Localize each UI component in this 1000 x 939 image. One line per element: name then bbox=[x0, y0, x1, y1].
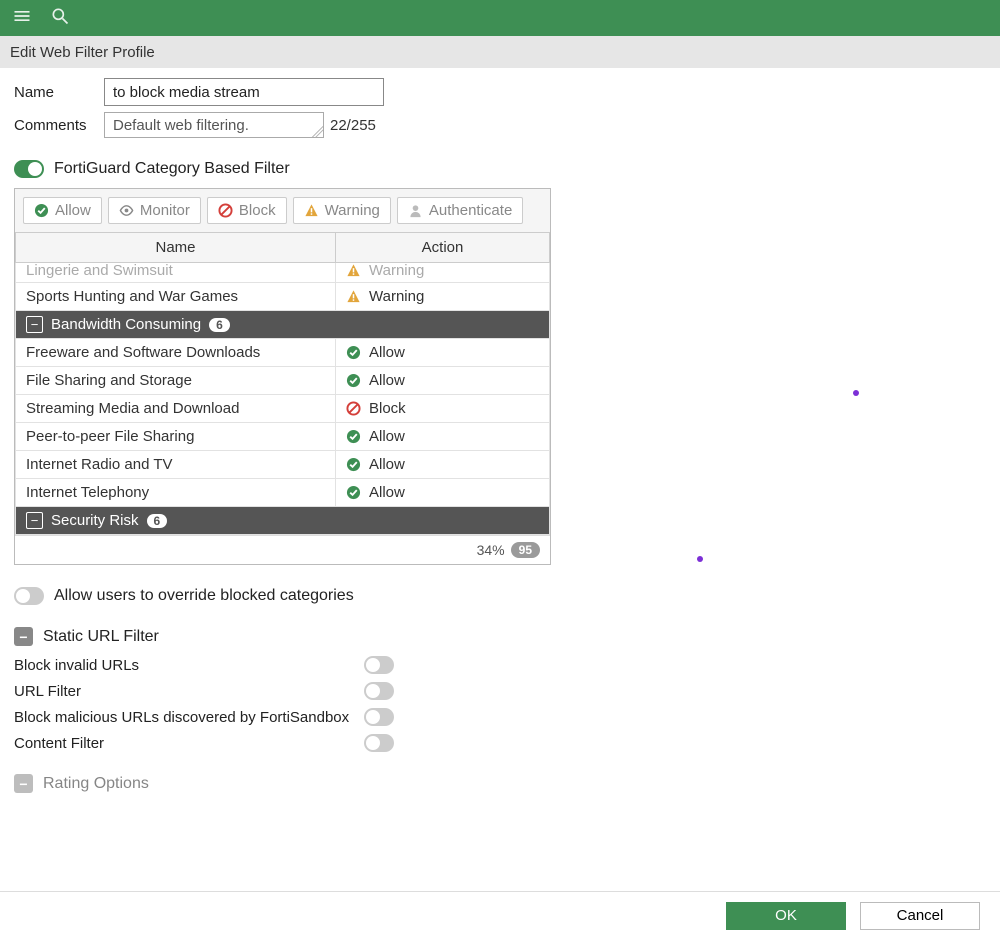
ok-button[interactable]: OK bbox=[726, 902, 846, 930]
collapse-icon[interactable]: − bbox=[26, 512, 43, 529]
allow-icon bbox=[346, 485, 361, 500]
block-malicious-label: Block malicious URLs discovered by Forti… bbox=[14, 709, 364, 726]
block-invalid-label: Block invalid URLs bbox=[14, 657, 364, 674]
group-security-risk[interactable]: −Security Risk6 bbox=[16, 507, 550, 535]
menu-icon[interactable] bbox=[12, 6, 32, 31]
block-icon bbox=[346, 401, 361, 416]
collapse-icon[interactable]: − bbox=[26, 316, 43, 333]
top-bar bbox=[0, 0, 1000, 36]
category-table-container: Allow Monitor Block Warning Authenticate… bbox=[14, 188, 551, 565]
fortiguard-title: FortiGuard Category Based Filter bbox=[54, 160, 290, 178]
table-row[interactable]: Sports Hunting and War Games Warning bbox=[16, 283, 550, 311]
table-row[interactable]: Internet Radio and TVAllow bbox=[16, 451, 550, 479]
cancel-button[interactable]: Cancel bbox=[860, 902, 980, 930]
rating-title: Rating Options bbox=[43, 775, 149, 793]
table-row[interactable]: Freeware and Software DownloadsAllow bbox=[16, 339, 550, 367]
allow-icon bbox=[346, 373, 361, 388]
comments-label: Comments bbox=[14, 117, 104, 134]
table-row[interactable]: File Sharing and StorageAllow bbox=[16, 367, 550, 395]
static-url-expand[interactable]: − bbox=[14, 627, 33, 646]
url-filter-label: URL Filter bbox=[14, 683, 364, 700]
warning-icon bbox=[346, 289, 361, 304]
page-title: Edit Web Filter Profile bbox=[10, 44, 155, 61]
block-malicious-toggle[interactable] bbox=[364, 708, 394, 726]
rating-expand[interactable]: − bbox=[14, 774, 33, 793]
monitor-button[interactable]: Monitor bbox=[108, 197, 201, 224]
comments-input[interactable] bbox=[104, 112, 324, 138]
footer-bar: OK Cancel bbox=[0, 891, 1000, 939]
allow-icon bbox=[346, 457, 361, 472]
table-row[interactable]: Internet TelephonyAllow bbox=[16, 479, 550, 507]
static-url-title: Static URL Filter bbox=[43, 628, 159, 646]
allow-icon bbox=[346, 429, 361, 444]
fortiguard-toggle[interactable] bbox=[14, 160, 44, 178]
authenticate-button[interactable]: Authenticate bbox=[397, 197, 523, 224]
block-button[interactable]: Block bbox=[207, 197, 287, 224]
allow-button[interactable]: Allow bbox=[23, 197, 102, 224]
char-count: 22/255 bbox=[330, 117, 376, 134]
content-filter-toggle[interactable] bbox=[364, 734, 394, 752]
content-filter-label: Content Filter bbox=[14, 735, 364, 752]
search-icon[interactable] bbox=[50, 6, 70, 31]
override-toggle[interactable] bbox=[14, 587, 44, 605]
warning-icon bbox=[346, 263, 361, 278]
total-count: 95 bbox=[511, 542, 540, 558]
decorative-dot bbox=[697, 556, 703, 562]
page-title-bar: Edit Web Filter Profile bbox=[0, 36, 1000, 68]
warning-button[interactable]: Warning bbox=[293, 197, 391, 224]
allow-icon bbox=[346, 345, 361, 360]
col-name: Name bbox=[16, 233, 336, 263]
scroll-percent: 34% bbox=[477, 542, 505, 558]
category-table: Name Action Lingerie and Swimsuit Warnin… bbox=[15, 232, 550, 535]
group-count: 6 bbox=[147, 514, 168, 528]
group-bandwidth-consuming[interactable]: −Bandwidth Consuming6 bbox=[16, 311, 550, 339]
table-row[interactable]: Streaming Media and DownloadBlock bbox=[16, 395, 550, 423]
url-filter-toggle[interactable] bbox=[364, 682, 394, 700]
name-input[interactable] bbox=[104, 78, 384, 106]
decorative-dot bbox=[853, 390, 859, 396]
table-row[interactable]: Lingerie and Swimsuit Warning bbox=[16, 263, 550, 283]
table-row[interactable]: Peer-to-peer File SharingAllow bbox=[16, 423, 550, 451]
col-action: Action bbox=[336, 233, 550, 263]
group-count: 6 bbox=[209, 318, 230, 332]
table-footer: 34% 95 bbox=[15, 535, 550, 564]
block-invalid-toggle[interactable] bbox=[364, 656, 394, 674]
override-label: Allow users to override blocked categori… bbox=[54, 587, 354, 605]
name-label: Name bbox=[14, 84, 104, 101]
